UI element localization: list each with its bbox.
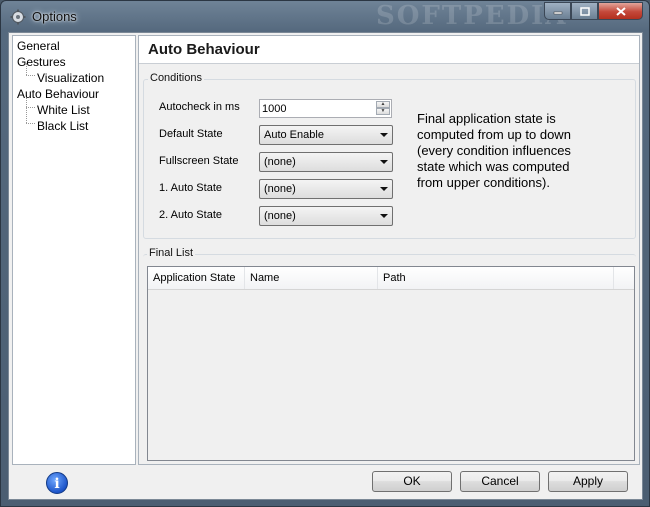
- ok-button[interactable]: OK: [372, 471, 452, 492]
- title-bar[interactable]: SOFTPEDIA Options: [1, 1, 649, 32]
- info-icon[interactable]: i: [46, 472, 68, 494]
- conditions-note: Final application state is computed from…: [417, 111, 571, 190]
- chevron-down-icon: [380, 133, 388, 137]
- default-state-label: Default State: [159, 128, 223, 140]
- maximize-icon: [579, 6, 590, 16]
- auto-state-1-value: (none): [264, 183, 296, 195]
- page-title: Auto Behaviour: [148, 41, 260, 58]
- page-header: Auto Behaviour: [139, 36, 639, 64]
- default-state-select[interactable]: Auto Enable: [259, 125, 393, 145]
- dialog-client-area: General Gestures Visualization Auto Beha…: [8, 32, 643, 500]
- tree-connector: [26, 107, 35, 108]
- window-title: Options: [32, 9, 77, 24]
- apply-button[interactable]: Apply: [548, 471, 628, 492]
- chevron-down-icon: [380, 187, 388, 191]
- final-list-group-label: Final List: [147, 247, 196, 259]
- stepper-down-button[interactable]: ▼: [376, 108, 390, 115]
- tree-item-black-list[interactable]: Black List: [37, 119, 88, 134]
- tree-item-general[interactable]: General: [17, 39, 60, 54]
- gear-icon: [10, 9, 26, 25]
- auto-state-2-select[interactable]: (none): [259, 206, 393, 226]
- maximize-button[interactable]: [571, 2, 598, 20]
- dialog-button-bar: i OK Cancel Apply: [9, 467, 642, 499]
- tree-item-white-list[interactable]: White List: [37, 103, 90, 118]
- chevron-down-icon: [380, 160, 388, 164]
- close-button[interactable]: [598, 2, 643, 20]
- minimize-icon: [553, 11, 562, 15]
- chevron-down-icon: [380, 214, 388, 218]
- tree-item-auto-behaviour[interactable]: Auto Behaviour: [17, 87, 99, 102]
- default-state-value: Auto Enable: [264, 129, 324, 141]
- conditions-group-label: Conditions: [148, 72, 204, 84]
- options-tree[interactable]: General Gestures Visualization Auto Beha…: [12, 35, 136, 465]
- auto-state-2-value: (none): [264, 210, 296, 222]
- final-list-table[interactable]: Application State Name Path: [147, 266, 635, 461]
- auto-state-1-label: 1. Auto State: [159, 182, 222, 194]
- stepper-up-button[interactable]: ▲: [376, 101, 390, 108]
- options-window: SOFTPEDIA Options General Gestures Visua…: [0, 0, 650, 507]
- tree-connector: [26, 123, 35, 124]
- auto-state-2-label: 2. Auto State: [159, 209, 222, 221]
- fullscreen-state-select[interactable]: (none): [259, 152, 393, 172]
- autocheck-input[interactable]: [262, 101, 374, 116]
- column-header-application-state[interactable]: Application State: [148, 267, 245, 289]
- tree-connector: [26, 75, 35, 76]
- fullscreen-state-label: Fullscreen State: [159, 155, 239, 167]
- tree-item-gestures[interactable]: Gestures: [17, 55, 66, 70]
- auto-state-1-select[interactable]: (none): [259, 179, 393, 199]
- page-body: Conditions Autocheck in ms ▲ ▼ Default S…: [139, 64, 639, 464]
- fullscreen-state-value: (none): [264, 156, 296, 168]
- final-list-header: Application State Name Path: [148, 267, 634, 290]
- caption-buttons: [544, 2, 643, 21]
- column-header-name[interactable]: Name: [245, 267, 378, 289]
- tree-item-visualization[interactable]: Visualization: [37, 71, 104, 86]
- minimize-button[interactable]: [544, 2, 571, 20]
- cancel-button[interactable]: Cancel: [460, 471, 540, 492]
- autocheck-label: Autocheck in ms: [159, 101, 240, 113]
- watermark: SOFTPEDIA: [376, 1, 568, 31]
- conditions-group: Conditions Autocheck in ms ▲ ▼ Default S…: [143, 72, 636, 239]
- stepper-buttons: ▲ ▼: [376, 101, 390, 116]
- close-icon: [615, 6, 626, 16]
- autocheck-stepper[interactable]: ▲ ▼: [259, 99, 392, 118]
- column-header-path[interactable]: Path: [378, 267, 614, 289]
- content-panel: Auto Behaviour Conditions Autocheck in m…: [138, 35, 640, 465]
